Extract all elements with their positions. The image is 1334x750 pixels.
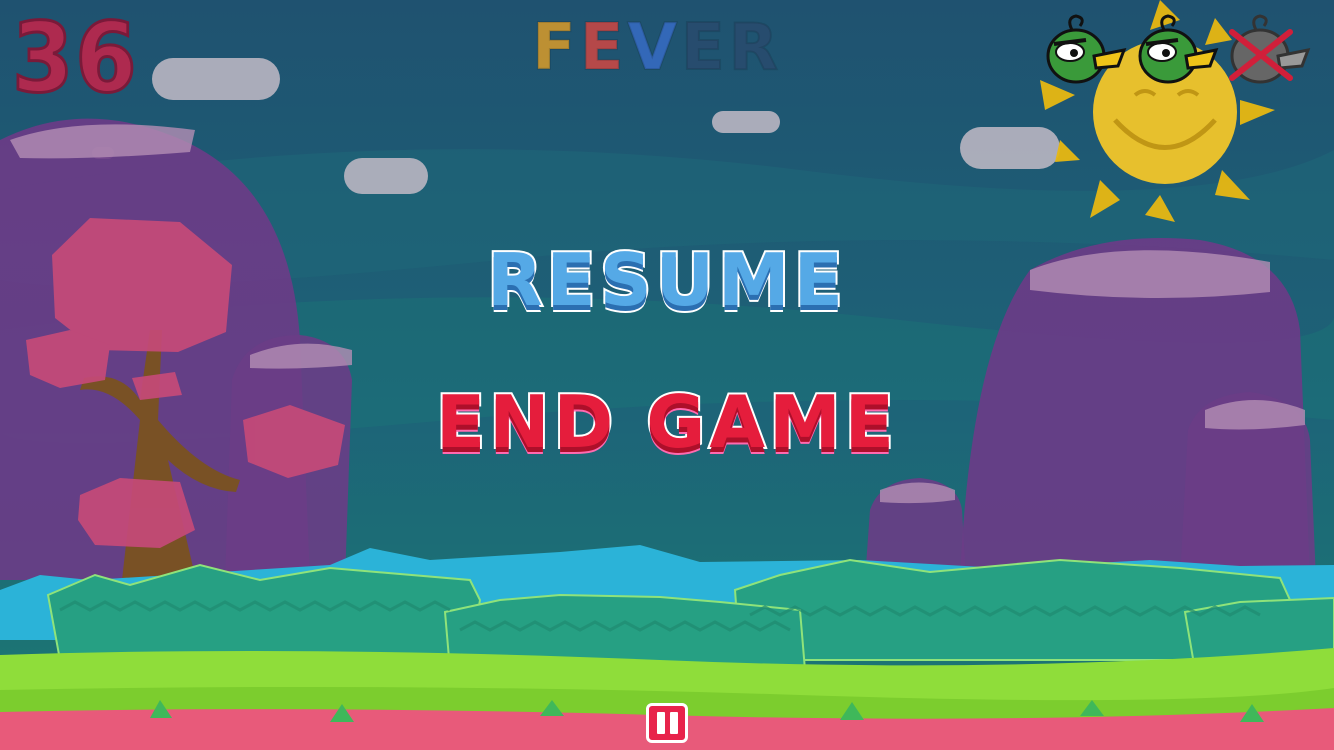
fever-letter: V bbox=[626, 10, 681, 86]
fever-letter: R bbox=[728, 10, 782, 86]
lives-indicator bbox=[1040, 12, 1312, 88]
score-counter: 36 bbox=[11, 2, 139, 114]
pause-icon bbox=[656, 712, 665, 734]
green-bird-icon bbox=[1046, 14, 1127, 84]
fever-meter: FEVER bbox=[531, 10, 782, 86]
game-background bbox=[0, 0, 1334, 750]
crossed-bird-icon bbox=[1229, 14, 1311, 84]
green-bird-icon bbox=[1138, 14, 1219, 84]
pause-button[interactable] bbox=[646, 703, 688, 743]
fever-letter: E bbox=[579, 10, 628, 86]
resume-button[interactable]: RESUME bbox=[0, 236, 1334, 324]
end-game-button[interactable]: END GAME bbox=[0, 378, 1334, 466]
fever-letter: E bbox=[680, 10, 729, 86]
fever-letter: F bbox=[531, 10, 580, 86]
pause-icon bbox=[669, 712, 678, 734]
